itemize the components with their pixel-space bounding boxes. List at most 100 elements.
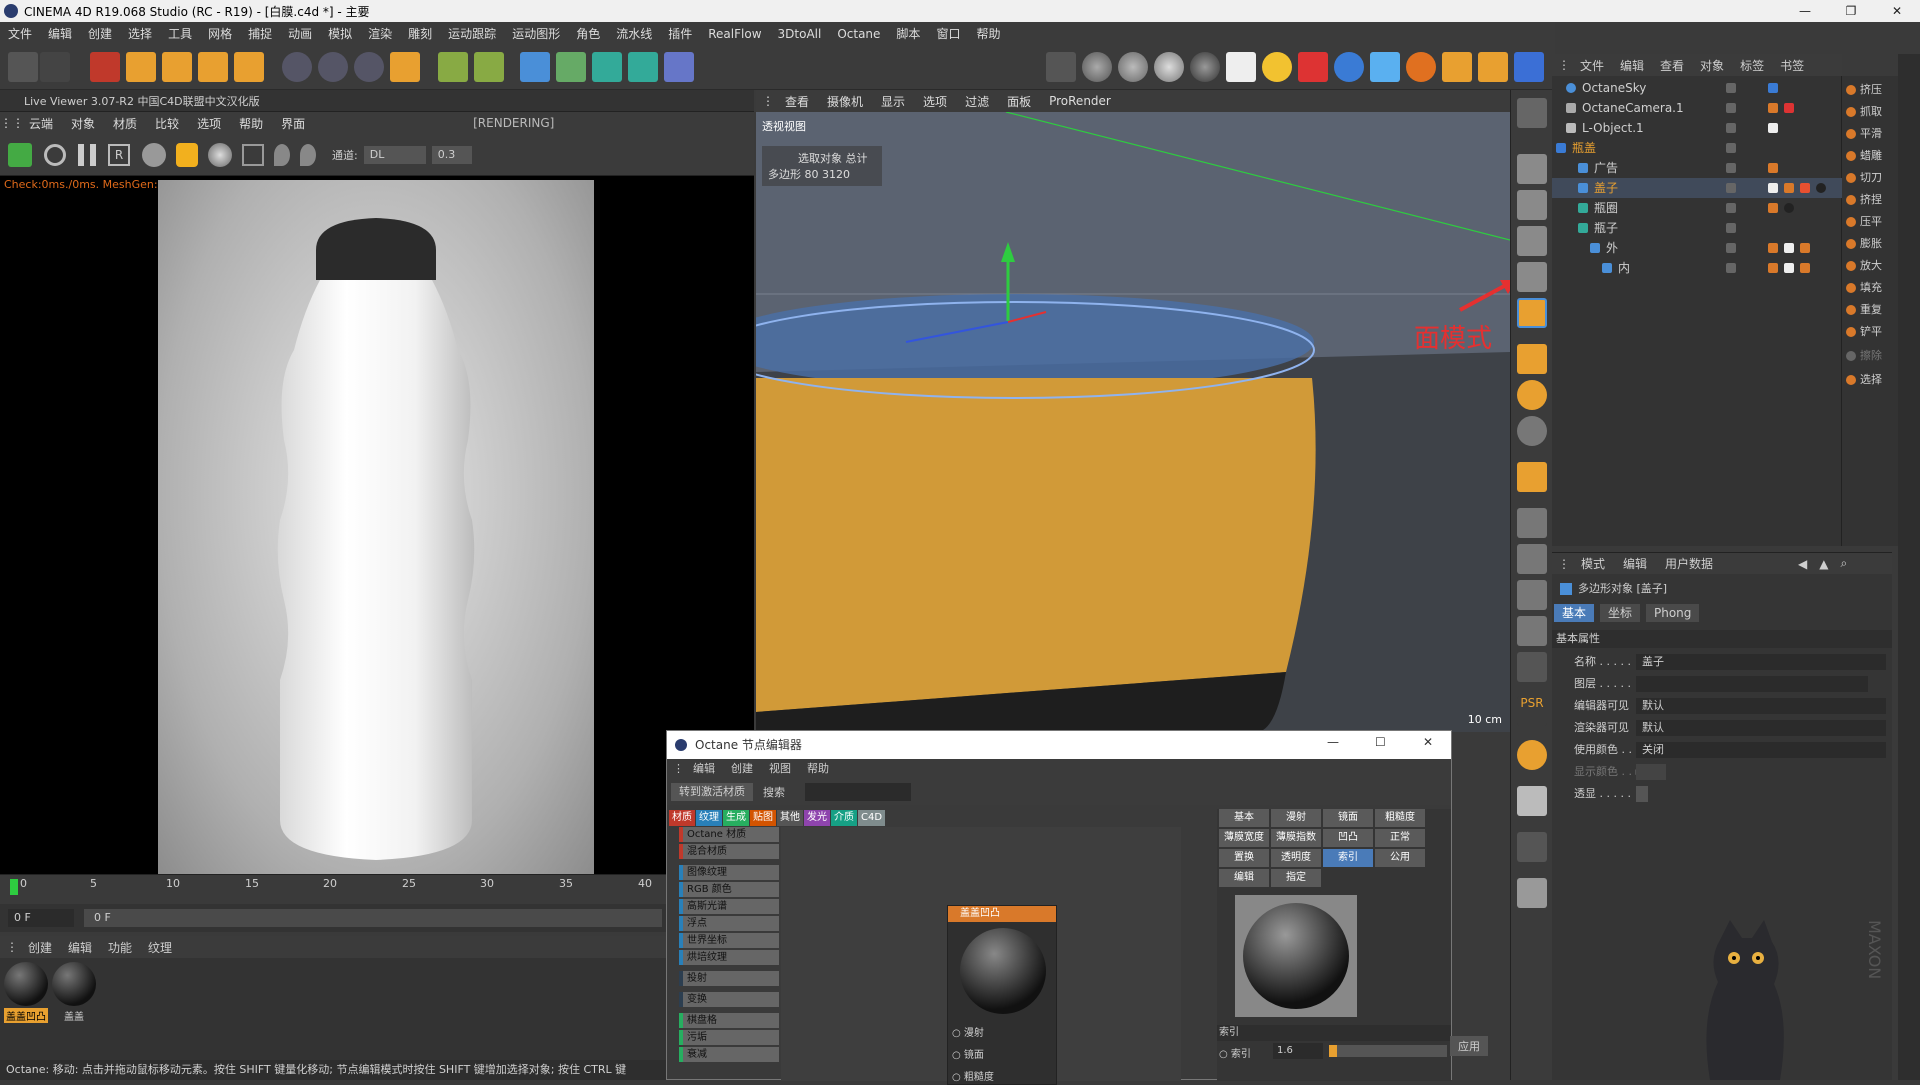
octane-arealight-icon[interactable] [1226,52,1256,82]
use-color-select[interactable]: 关闭 [1636,742,1886,758]
keyframe-icon[interactable] [1517,544,1547,574]
render-icon[interactable] [474,52,504,82]
object-row[interactable]: 广告 [1552,158,1842,178]
material-slot[interactable]: 盖盖 [52,962,96,1024]
mat-menu-edit[interactable]: 编辑 [60,939,100,956]
tab-coord[interactable]: 坐标 [1600,604,1641,622]
tool-pull[interactable]: 挤压 [1846,80,1896,100]
tool-select[interactable]: 选择 [1846,370,1896,390]
prop-tab-film-width[interactable]: 薄膜宽度 [1219,829,1269,847]
back-arrow-icon[interactable]: ◀ [1792,557,1813,571]
ne-menu-edit[interactable]: 编辑 [685,759,723,779]
menu-item[interactable]: 流水线 [608,22,660,46]
am-menu-edit[interactable]: 编辑 [1614,555,1656,572]
index-slider[interactable] [1329,1045,1447,1057]
prop-tab-index[interactable]: 索引 [1323,849,1373,867]
z-axis-icon[interactable] [354,52,384,82]
node-item[interactable]: Octane 材质 [679,827,779,842]
tab-basic[interactable]: 基本 [1554,604,1595,622]
node-item[interactable]: 变换 [679,992,779,1007]
node-item[interactable]: 棋盘格 [679,1013,779,1028]
prop-tab-bump[interactable]: 凹凸 [1323,829,1373,847]
settings-gear-icon[interactable] [142,142,166,167]
tool-smooth[interactable]: 平滑 [1846,124,1896,144]
lv-menu-compare[interactable]: 比较 [146,115,188,132]
octane-specular-icon[interactable] [1190,52,1220,82]
redo-icon[interactable] [40,52,70,82]
om-menu-objects[interactable]: 对象 [1692,57,1732,74]
region-icon[interactable]: R [108,143,130,166]
prop-tab-normal[interactable]: 正常 [1375,829,1425,847]
playhead[interactable] [10,879,18,895]
lv-menu-options[interactable]: 选项 [188,115,230,132]
pick-focus-icon[interactable] [274,143,290,166]
menu-item[interactable]: 运动跟踪 [440,22,504,46]
minimize-button[interactable]: — [1782,0,1828,22]
up-arrow-icon[interactable]: ▲ [1813,557,1834,571]
cat-emission[interactable]: 发光 [804,810,830,826]
octane-vdb-icon[interactable] [1514,52,1544,82]
slider-handle[interactable] [1329,1045,1337,1057]
menu-item[interactable]: 选择 [120,22,160,46]
am-menu-mode[interactable]: 模式 [1572,555,1614,572]
object-row[interactable]: 瓶子 [1552,218,1842,238]
tag-icon[interactable] [1768,103,1778,113]
menu-item[interactable]: 捕捉 [240,22,280,46]
visibility-icon[interactable] [1726,223,1736,233]
visibility-icon[interactable] [1726,123,1736,133]
y-axis-icon[interactable] [318,52,348,82]
apply-button[interactable]: 应用 [1450,1036,1488,1056]
cat-other[interactable]: 其他 [777,810,803,826]
ne-menu-create[interactable]: 创建 [723,759,761,779]
octane-settings-icon[interactable] [1046,52,1076,82]
prop-tab-opacity[interactable]: 透明度 [1271,849,1321,867]
tool-erase[interactable]: 擦除 [1846,346,1896,366]
restart-icon[interactable] [44,143,66,166]
menu-item[interactable]: Octane [829,22,888,46]
record-icon[interactable] [1517,580,1547,610]
close-button[interactable]: ✕ [1874,0,1920,22]
tag-icon[interactable] [1768,83,1778,93]
timeline-ruler[interactable]: 0 5 10 15 20 25 30 35 40 [0,874,666,904]
object-row[interactable]: OctaneCamera.1 [1552,98,1842,118]
node-item[interactable]: 图像纹理 [679,865,779,880]
node-item[interactable]: 污垢 [679,1030,779,1045]
brush-icon[interactable] [1517,786,1547,816]
render-view-icon[interactable] [438,52,468,82]
lock-axis-icon[interactable] [1517,652,1547,682]
tool-flatten[interactable]: 压平 [1846,212,1896,232]
object-row-selected[interactable]: 盖子 [1552,178,1842,198]
om-menu-edit[interactable]: 编辑 [1612,57,1652,74]
node-item[interactable]: 浮点 [679,916,779,931]
menu-item[interactable]: 雕刻 [400,22,440,46]
magnet-icon[interactable] [1517,462,1547,492]
tool-amplify[interactable]: 放大 [1846,256,1896,276]
ne-menu-view[interactable]: 视图 [761,759,799,779]
mat-menu-function[interactable]: 功能 [100,939,140,956]
snap-icon[interactable] [1517,380,1547,410]
material-preview-icon[interactable] [208,142,232,167]
node-item[interactable]: RGB 颜色 [679,882,779,897]
tool-pinch[interactable]: 挤捏 [1846,190,1896,210]
menu-item[interactable]: 窗口 [928,22,968,46]
select-icon[interactable] [90,52,120,82]
tag-icon[interactable] [1800,243,1810,253]
lock-icon[interactable] [176,142,198,167]
undo-icon[interactable] [8,52,38,82]
menu-item[interactable]: 创建 [80,22,120,46]
lv-menu-help[interactable]: 帮助 [230,115,272,132]
prop-tab-diffuse[interactable]: 漫射 [1271,809,1321,827]
octane-fog-icon[interactable] [1442,52,1472,82]
pen-icon[interactable] [556,52,586,82]
tag-icon[interactable] [1800,263,1810,273]
menu-item[interactable]: 工具 [160,22,200,46]
deformer-icon[interactable] [664,52,694,82]
om-menu-bookmarks[interactable]: 书签 [1772,57,1812,74]
visibility-icon[interactable] [1726,83,1736,93]
cat-c4d[interactable]: C4D [858,810,886,826]
xray-checkbox[interactable] [1636,786,1648,802]
rotate-icon[interactable] [198,52,228,82]
menu-item[interactable]: RealFlow [700,22,769,46]
prop-tab-assign[interactable]: 指定 [1271,869,1321,887]
move-icon[interactable] [126,52,156,82]
